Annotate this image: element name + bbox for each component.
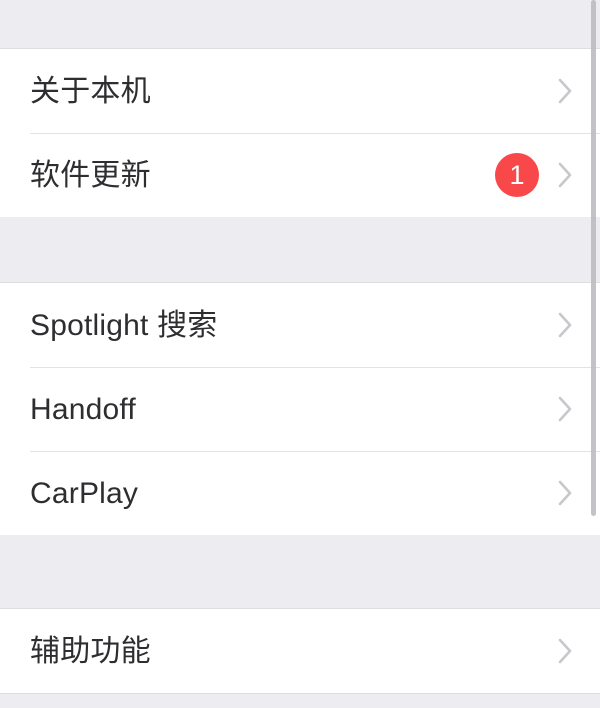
settings-row-about-this-device[interactable]: 关于本机 [0, 49, 600, 133]
section-gap-top [0, 0, 600, 48]
chevron-right-icon [557, 394, 574, 424]
settings-row-handoff[interactable]: Handoff [0, 367, 600, 451]
status-badge-update-count: 1 [495, 153, 539, 197]
chevron-right-icon [557, 478, 574, 508]
vertical-scrollbar[interactable] [591, 0, 596, 516]
settings-row-carplay[interactable]: CarPlay [0, 451, 600, 535]
settings-group-features: Spotlight 搜索 Handoff CarPlay [0, 282, 600, 536]
row-accessory [557, 76, 582, 106]
row-accessory [557, 310, 582, 340]
row-label-accessibility: 辅助功能 [30, 634, 151, 668]
settings-group-accessibility: 辅助功能 [0, 608, 600, 694]
settings-row-spotlight-search[interactable]: Spotlight 搜索 [0, 283, 600, 367]
row-accessory [557, 394, 582, 424]
row-accessory [557, 636, 582, 666]
row-label-carplay: CarPlay [30, 476, 139, 510]
row-label-software-update: 软件更新 [30, 158, 151, 192]
chevron-right-icon [557, 310, 574, 340]
row-accessory: 1 [495, 153, 582, 197]
section-gap-1 [0, 217, 600, 282]
row-label-handoff: Handoff [30, 392, 136, 426]
row-label-about-this-device: 关于本机 [30, 74, 151, 108]
row-label-spotlight-search: Spotlight 搜索 [30, 308, 218, 342]
chevron-right-icon [557, 76, 574, 106]
settings-screen: 关于本机 软件更新 1 Spotlight 搜索 Handoff CarPlay… [0, 0, 600, 708]
section-gap-2 [0, 535, 600, 608]
chevron-right-icon [557, 636, 574, 666]
settings-row-accessibility[interactable]: 辅助功能 [0, 609, 600, 693]
settings-group-device: 关于本机 软件更新 1 [0, 48, 600, 218]
chevron-right-icon [557, 160, 574, 190]
settings-row-software-update[interactable]: 软件更新 1 [0, 133, 600, 217]
row-accessory [557, 478, 582, 508]
section-gap-bottom [0, 694, 600, 708]
